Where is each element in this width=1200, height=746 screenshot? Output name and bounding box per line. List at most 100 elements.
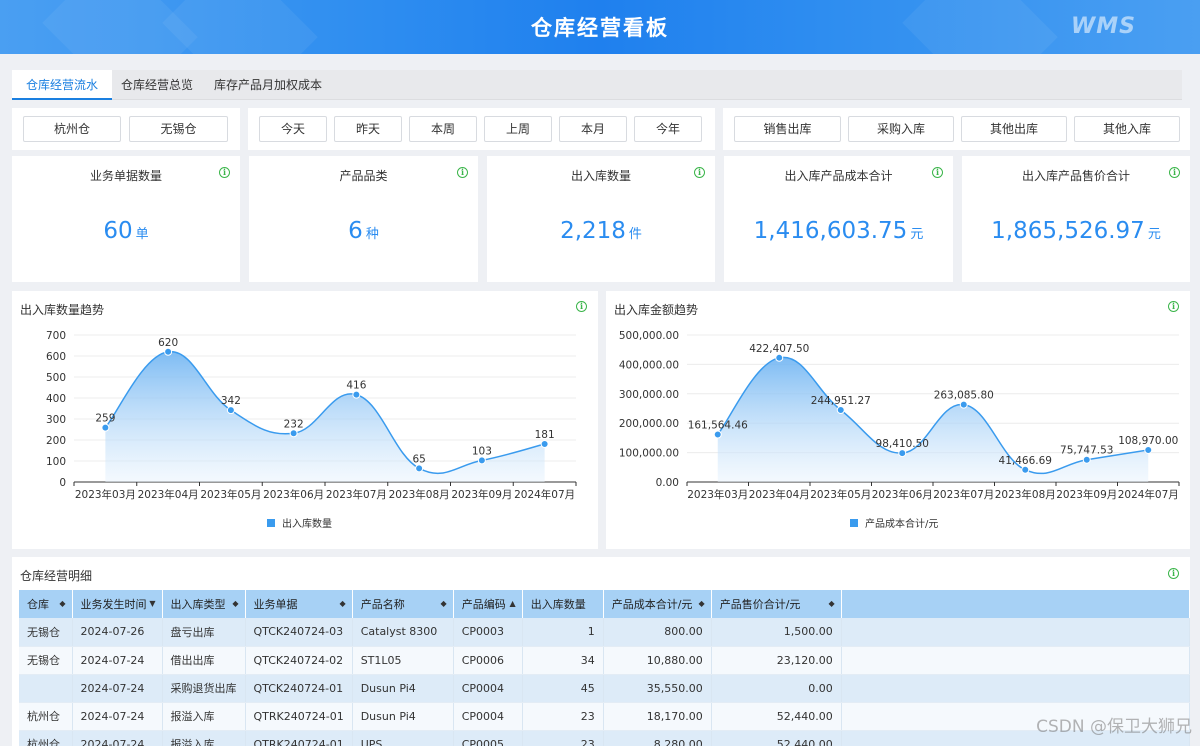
data-label: 620 [158, 337, 178, 349]
type-filter: 销售出库 采购入库 其他出库 其他入库 [723, 108, 1190, 150]
info-icon[interactable]: i [1169, 167, 1180, 178]
kpi-number: 1,865,526.97 [991, 218, 1145, 244]
data-label: 342 [221, 395, 241, 407]
app-header: 仓库经营看板 WMS [0, 0, 1200, 54]
y-tick-label: 0 [59, 477, 66, 489]
sort-icon[interactable]: ◆ [59, 599, 65, 608]
table-cell: Catalyst 8300 [352, 618, 454, 647]
filter-purchase-in-button[interactable]: 采购入库 [848, 116, 954, 142]
sort-asc-icon[interactable]: ▲ [510, 599, 516, 608]
x-tick-label: 2023年07月 [933, 488, 994, 501]
amount-trend-chart: 0.00 100,000.00 200,000.00 300,000.00 400,00… [619, 330, 1180, 530]
column-header-type[interactable]: 出入库类型 ◆ [162, 590, 246, 618]
tab-warehouse-overview[interactable]: 仓库经营总览 [107, 70, 207, 100]
info-icon[interactable]: i [1168, 568, 1179, 579]
kpi-value: 1,416,603.75 元 [724, 218, 953, 244]
column-header-cost[interactable]: 产品成本合计/元 ◆ [603, 590, 712, 618]
info-icon[interactable]: i [219, 167, 230, 178]
data-label: 244,951.27 [811, 395, 871, 407]
sort-icon[interactable]: ◆ [340, 599, 346, 608]
quantity-trend-chart: 01002003004005006007002023年03月 2023年04月 20… [46, 330, 577, 530]
table-header-row: 仓库 ◆ 业务发生时间 ▼ 出入库类型 ◆ 业务单据 ◆ 产品名称 ◆ 产品编码 ▲ 出入库… [19, 590, 1190, 618]
table-cell: QTRK240724-01 [245, 702, 353, 731]
detail-title: 仓库经营明细 [20, 569, 93, 583]
table-cell: 18,170.00 [603, 702, 712, 731]
table-cell: CP0004 [453, 702, 523, 731]
data-label: 65 [412, 453, 425, 465]
kpi-value: 1,865,526.97 元 [962, 218, 1190, 244]
watermark: CSDN @保卫大狮兄 [1036, 717, 1192, 737]
table-cell: UPS [352, 730, 454, 746]
filter-last-week-button[interactable]: 上周 [484, 116, 552, 142]
sort-desc-icon[interactable]: ▼ [149, 599, 155, 608]
filter-yesterday-button[interactable]: 昨天 [334, 116, 402, 142]
kpi-card-documents: 业务单据数量 i 60 单 [12, 156, 240, 282]
table-cell: 10,880.00 [603, 646, 712, 675]
y-tick-label: 200,000.00 [619, 418, 679, 430]
table-cell: QTRK240724-01 [245, 730, 353, 746]
table-cell: 52,440.00 [711, 702, 842, 731]
info-icon[interactable]: i [932, 167, 943, 178]
filter-this-week-button[interactable]: 本周 [409, 116, 477, 142]
table-cell: 2024-07-24 [72, 702, 163, 731]
table-cell: 23 [522, 702, 604, 731]
table-cell: 无锡仓 [19, 646, 73, 675]
data-label: 259 [95, 413, 115, 425]
column-header-price[interactable]: 产品售价合计/元 ◆ [711, 590, 842, 618]
filter-other-out-button[interactable]: 其他出库 [961, 116, 1067, 142]
table-cell: 报溢入库 [162, 702, 246, 731]
tab-warehouse-flow[interactable]: 仓库经营流水 [12, 70, 113, 100]
kpi-number: 1,416,603.75 [753, 218, 908, 244]
x-tick-label: 2023年07月 [326, 488, 387, 501]
column-header-time[interactable]: 业务发生时间 ▼ [72, 590, 163, 618]
table-cell: 52,440.00 [711, 730, 842, 746]
filter-wuxi-button[interactable]: 无锡仓 [129, 116, 228, 142]
tab-monthly-weighted-cost[interactable]: 库存产品月加权成本 [200, 70, 336, 100]
table-row[interactable]: 杭州仓 2024-07-24 报溢入库 QTRK240724-01 UPS CP0005 2… [19, 730, 1190, 746]
warehouse-filter: 杭州仓 无锡仓 [12, 108, 240, 150]
filter-this-month-button[interactable]: 本月 [559, 116, 627, 142]
kpi-value: 6种 [249, 218, 478, 244]
sort-icon[interactable]: ◆ [441, 599, 447, 608]
filter-other-in-button[interactable]: 其他入库 [1074, 116, 1180, 142]
sort-icon[interactable]: ◆ [232, 599, 238, 608]
filter-this-year-button[interactable]: 今年 [634, 116, 702, 142]
column-header-product-code[interactable]: 产品编码 ▲ [453, 590, 523, 618]
x-tick-label: 2023年09月 [451, 488, 512, 501]
filter-today-button[interactable]: 今天 [259, 116, 327, 142]
column-header-quantity[interactable]: 出入库数量 [522, 590, 604, 618]
quantity-trend-panel: 出入库数量趋势 i 0 100 200 300 400 500 600 700 2023年03月… [12, 291, 598, 549]
filter-sales-out-button[interactable]: 销售出库 [734, 116, 841, 142]
table-row[interactable]: 无锡仓 2024-07-24 借出出库 QTCK240724-02 ST1L05 CP00… [19, 646, 1190, 675]
data-point [1144, 445, 1153, 454]
data-label: 75,747.53 [1060, 445, 1113, 457]
kpi-title: 产品品类 [339, 169, 388, 183]
table-row[interactable]: 2024-07-24 采购退货出库 QTCK240724-01 Dusun Pi4 CP… [19, 674, 1190, 703]
table-cell: 23,120.00 [711, 646, 842, 675]
sort-icon[interactable]: ◆ [699, 599, 705, 608]
info-icon[interactable]: i [694, 167, 705, 178]
table-cell: 2024-07-24 [72, 646, 163, 675]
data-point [415, 464, 424, 473]
column-header-product-name[interactable]: 产品名称 ◆ [352, 590, 454, 618]
data-label: 41,466.69 [999, 455, 1052, 467]
info-icon[interactable]: i [457, 167, 468, 178]
data-label: 232 [284, 418, 304, 430]
data-point [101, 423, 110, 432]
column-header-document[interactable]: 业务单据 ◆ [245, 590, 353, 618]
x-tick-label: 2023年08月 [389, 488, 450, 501]
table-cell-filler [841, 618, 1190, 647]
y-tick-label: 100 [46, 456, 66, 468]
table-row[interactable]: 无锡仓 2024-07-26 盘亏出库 QTCK240724-03 Catalyst 8… [19, 618, 1190, 647]
filter-hangzhou-button[interactable]: 杭州仓 [23, 116, 121, 142]
kpi-title: 出入库产品成本合计 [784, 169, 893, 183]
data-point [713, 430, 722, 439]
y-tick-label: 0.00 [656, 477, 679, 489]
table-cell: 0.00 [711, 674, 842, 703]
column-header-warehouse[interactable]: 仓库 ◆ [19, 590, 73, 618]
sort-icon[interactable]: ◆ [829, 599, 835, 608]
kpi-title: 出入库数量 [570, 169, 631, 183]
table-row[interactable]: 杭州仓 2024-07-24 报溢入库 QTRK240724-01 Dusun Pi4 C… [19, 702, 1190, 731]
data-point [352, 390, 361, 399]
kpi-card-price-total: 出入库产品售价合计 i 1,865,526.97 元 [962, 156, 1190, 282]
